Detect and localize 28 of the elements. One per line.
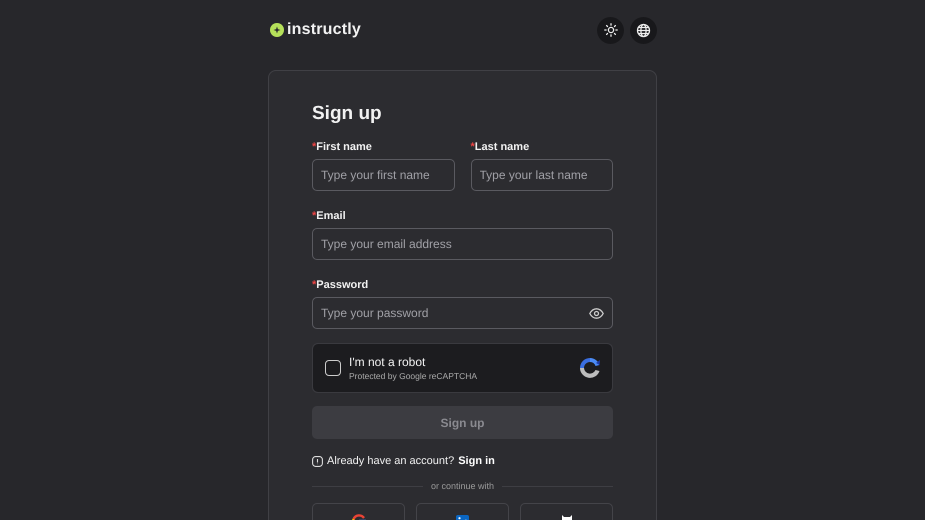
- info-icon: [312, 456, 323, 466]
- required-asterisk: *: [470, 141, 475, 153]
- email-input[interactable]: Type your email address: [312, 228, 613, 260]
- globe-icon: [636, 22, 651, 38]
- captcha-label: I'm not a robot: [349, 355, 426, 369]
- required-asterisk: *: [312, 279, 316, 291]
- brand-name: instructly: [287, 21, 362, 39]
- password-input[interactable]: Type your password: [312, 297, 613, 329]
- captcha-note: Protected by Google reCAPTCHA: [349, 371, 478, 381]
- sun-icon: [604, 23, 618, 37]
- eye-icon[interactable]: [589, 308, 604, 319]
- text-input[interactable]: Type your last name: [470, 159, 613, 191]
- text-input[interactable]: Type your first name: [312, 159, 454, 191]
- field-label: Password: [316, 279, 368, 291]
- divider-text: or continue with: [430, 481, 494, 491]
- field-label: Last name: [474, 141, 530, 153]
- field-label: Email: [316, 210, 346, 222]
- required-asterisk: *: [312, 210, 316, 222]
- field-label: First name: [316, 141, 372, 153]
- account-prompt: Already have an account?: [327, 455, 454, 467]
- required-asterisk: *: [312, 141, 316, 153]
- theme-toggle-button[interactable]: [597, 16, 624, 44]
- form-title: Sign up: [312, 103, 383, 125]
- language-button[interactable]: [630, 16, 657, 44]
- recaptcha-icon: [578, 356, 602, 380]
- captcha-checkbox[interactable]: [325, 360, 341, 376]
- logo-icon: [270, 23, 284, 37]
- sign-in-link[interactable]: Sign in: [458, 455, 495, 467]
